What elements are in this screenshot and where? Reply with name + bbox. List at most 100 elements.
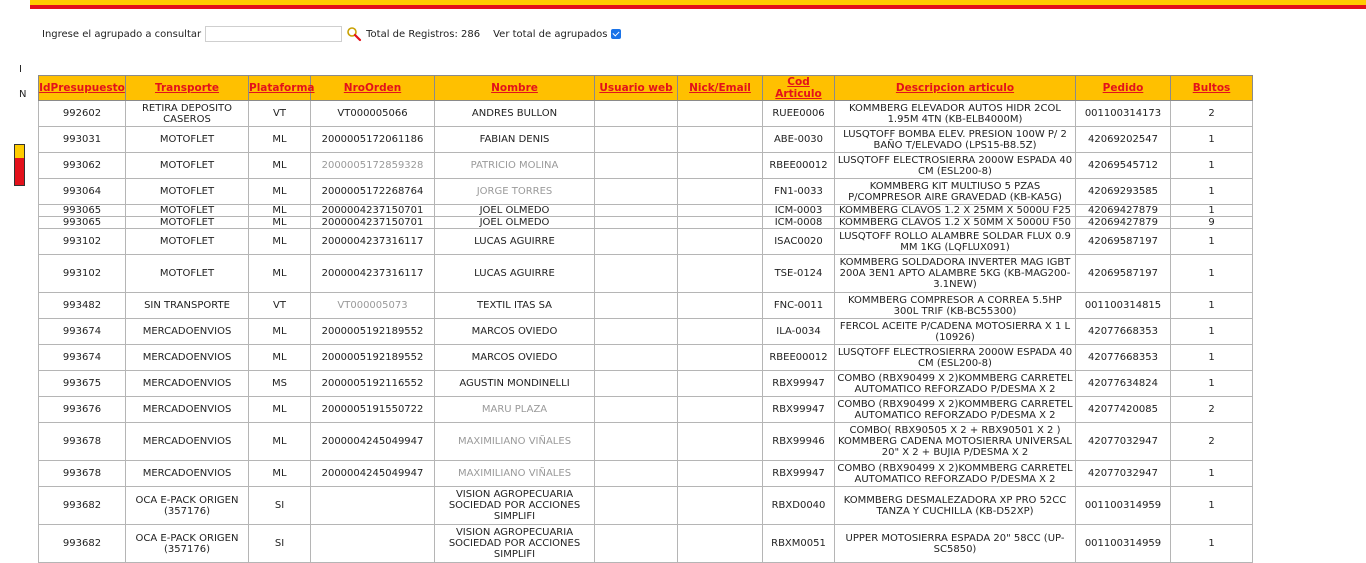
- cell-nick-email: [677, 100, 763, 127]
- col-header-plataforma[interactable]: Plataforma: [248, 75, 314, 101]
- cell-nombre: ANDRES BULLON: [434, 100, 595, 127]
- cell-id: 993065: [38, 204, 126, 217]
- cell-usuario-web: [594, 370, 678, 397]
- cell-plataforma: ML: [248, 152, 311, 179]
- cell-pedido: 42069202547: [1075, 126, 1171, 153]
- cell-bultos: 1: [1170, 344, 1253, 371]
- cell-cod-articulo: RBX99947: [762, 460, 835, 487]
- col-header-descripcion[interactable]: Descripcion articulo: [834, 75, 1076, 101]
- col-header-idpresupuesto[interactable]: IdPresupuesto: [38, 75, 126, 101]
- cell-bultos: 2: [1170, 396, 1253, 423]
- agrupado-search-input[interactable]: [205, 26, 343, 42]
- cell-pedido: 42069545712: [1075, 152, 1171, 179]
- cell-id: 993064: [38, 178, 126, 205]
- cell-nombre: VISION AGROPECUARIA SOCIEDAD POR ACCIONE…: [434, 486, 595, 525]
- cell-nombre: FABIAN DENIS: [434, 126, 595, 153]
- col-header-nroorden[interactable]: NroOrden: [310, 75, 435, 101]
- cell-plataforma: VT: [248, 100, 311, 127]
- cell-nick-email: [677, 370, 763, 397]
- cell-nroorden: 2000005172859328: [310, 152, 435, 179]
- cell-cod-articulo: TSE-0124: [762, 254, 835, 293]
- cell-nroorden: 2000004237316117: [310, 254, 435, 293]
- cell-usuario-web: [594, 216, 678, 229]
- table-row[interactable]: 993678 MERCADOENVIOS ML 2000004245049947 MAX…: [38, 460, 1253, 487]
- cell-pedido: 42069587197: [1075, 228, 1171, 255]
- cell-nombre: AGUSTIN MONDINELLI: [434, 370, 595, 397]
- cell-descripcion: FERCOL ACEITE P/CADENA MOTOSIERRA X 1 L …: [834, 318, 1076, 345]
- cell-descripcion: LUSQTOFF BOMBA ELEV. PRESION 100W P/ 2 B…: [834, 126, 1076, 153]
- table-row[interactable]: 993674 MERCADOENVIOS ML 2000005192189552 MAR…: [38, 344, 1253, 371]
- table-row[interactable]: 993065 MOTOFLET ML 2000004237150701 JOEL OLM…: [38, 204, 1253, 217]
- cell-transporte: MERCADOENVIOS: [125, 370, 249, 397]
- cell-pedido: 42077032947: [1075, 422, 1171, 461]
- cell-descripcion: LUSQTOFF ELECTROSIERRA 2000W ESPADA 40 C…: [834, 344, 1076, 371]
- cell-nroorden: [310, 524, 435, 563]
- cell-descripcion: UPPER MOTOSIERRA ESPADA 20" 58CC (UP-SC5…: [834, 524, 1076, 563]
- table-row[interactable]: 993062 MOTOFLET ML 2000005172859328 PATRICIO…: [38, 152, 1253, 179]
- table-row[interactable]: 993102 MOTOFLET ML 2000004237316117 LUCAS AG…: [38, 254, 1253, 293]
- cell-cod-articulo: ICM-0008: [762, 216, 835, 229]
- cell-usuario-web: [594, 524, 678, 563]
- table-row[interactable]: 993676 MERCADOENVIOS ML 2000005191550722 MAR…: [38, 396, 1253, 423]
- cell-nroorden: 2000005172061186: [310, 126, 435, 153]
- table-row[interactable]: 993675 MERCADOENVIOS MS 2000005192116552 AGU…: [38, 370, 1253, 397]
- cell-nombre: LUCAS AGUIRRE: [434, 254, 595, 293]
- cell-pedido: 42077420085: [1075, 396, 1171, 423]
- cell-nombre: MAXIMILIANO VIÑALES: [434, 460, 595, 487]
- cell-descripcion: LUSQTOFF ELECTROSIERRA 2000W ESPADA 40 C…: [834, 152, 1076, 179]
- cell-pedido: 42077634824: [1075, 370, 1171, 397]
- cell-bultos: 1: [1170, 460, 1253, 487]
- cell-plataforma: MS: [248, 370, 311, 397]
- col-header-cod-articulo[interactable]: Cod Articulo: [762, 75, 835, 101]
- cell-nombre: MAXIMILIANO VIÑALES: [434, 422, 595, 461]
- col-header-bultos[interactable]: Bultos: [1170, 75, 1253, 101]
- cell-bultos: 1: [1170, 318, 1253, 345]
- col-header-usuario-web[interactable]: Usuario web: [594, 75, 678, 101]
- cell-pedido: 42069427879: [1075, 204, 1171, 217]
- cell-descripcion: KOMMBERG COMPRESOR A CORREA 5.5HP 300L T…: [834, 292, 1076, 319]
- cell-nick-email: [677, 254, 763, 293]
- cell-cod-articulo: RBXM0051: [762, 524, 835, 563]
- cell-id: 993031: [38, 126, 126, 153]
- cell-transporte: MOTOFLET: [125, 228, 249, 255]
- table-row[interactable]: 993102 MOTOFLET ML 2000004237316117 LUCAS AG…: [38, 228, 1253, 255]
- col-header-nombre[interactable]: Nombre: [434, 75, 595, 101]
- table-row[interactable]: 993682 OCA E-PACK ORIGEN (357176) SI VISION…: [38, 524, 1253, 563]
- table-row[interactable]: 993678 MERCADOENVIOS ML 2000004245049947 MAX…: [38, 422, 1253, 461]
- table-row[interactable]: 993031 MOTOFLET ML 2000005172061186 FABIAN D…: [38, 126, 1253, 153]
- cell-id: 993675: [38, 370, 126, 397]
- cell-transporte: MERCADOENVIOS: [125, 396, 249, 423]
- search-icon[interactable]: [346, 26, 362, 42]
- table-row[interactable]: 992602 RETIRA DEPOSITO CASEROS VT VT0000050…: [38, 100, 1253, 127]
- cell-usuario-web: [594, 292, 678, 319]
- col-header-pedido[interactable]: Pedido: [1075, 75, 1171, 101]
- col-header-nick-email[interactable]: Nick/Email: [677, 75, 763, 101]
- cell-id: 993102: [38, 228, 126, 255]
- cell-nroorden: 2000005172268764: [310, 178, 435, 205]
- cell-nroorden: 2000004237316117: [310, 228, 435, 255]
- table-row[interactable]: 993065 MOTOFLET ML 2000004237150701 JOEL OLM…: [38, 216, 1253, 229]
- cell-nick-email: [677, 292, 763, 319]
- cell-plataforma: SI: [248, 524, 311, 563]
- cell-id: 993674: [38, 344, 126, 371]
- cell-transporte: MERCADOENVIOS: [125, 460, 249, 487]
- cell-transporte: MOTOFLET: [125, 254, 249, 293]
- col-header-transporte[interactable]: Transporte: [125, 75, 249, 101]
- cell-id: 993678: [38, 460, 126, 487]
- top-bar-red: [30, 5, 1366, 9]
- cell-nick-email: [677, 178, 763, 205]
- cell-cod-articulo: RBEE00012: [762, 152, 835, 179]
- cell-cod-articulo: ISAC0020: [762, 228, 835, 255]
- table-row[interactable]: 993064 MOTOFLET ML 2000005172268764 JORGE TO…: [38, 178, 1253, 205]
- ver-total-checkbox[interactable]: [611, 29, 622, 39]
- table-row[interactable]: 993482 SIN TRANSPORTE VT VT000005073 TEXTIL …: [38, 292, 1253, 319]
- cell-nroorden: 2000004245049947: [310, 460, 435, 487]
- search-label: Ingrese el agrupado a consultar: [42, 28, 202, 40]
- table-body: 992602 RETIRA DEPOSITO CASEROS VT VT0000050…: [38, 100, 1253, 563]
- cell-bultos: 2: [1170, 422, 1253, 461]
- cell-pedido: 001100314815: [1075, 292, 1171, 319]
- cell-cod-articulo: ICM-0003: [762, 204, 835, 217]
- cell-plataforma: ML: [248, 178, 311, 205]
- table-row[interactable]: 993682 OCA E-PACK ORIGEN (357176) SI VISION…: [38, 486, 1253, 525]
- table-row[interactable]: 993674 MERCADOENVIOS ML 2000005192189552 MAR…: [38, 318, 1253, 345]
